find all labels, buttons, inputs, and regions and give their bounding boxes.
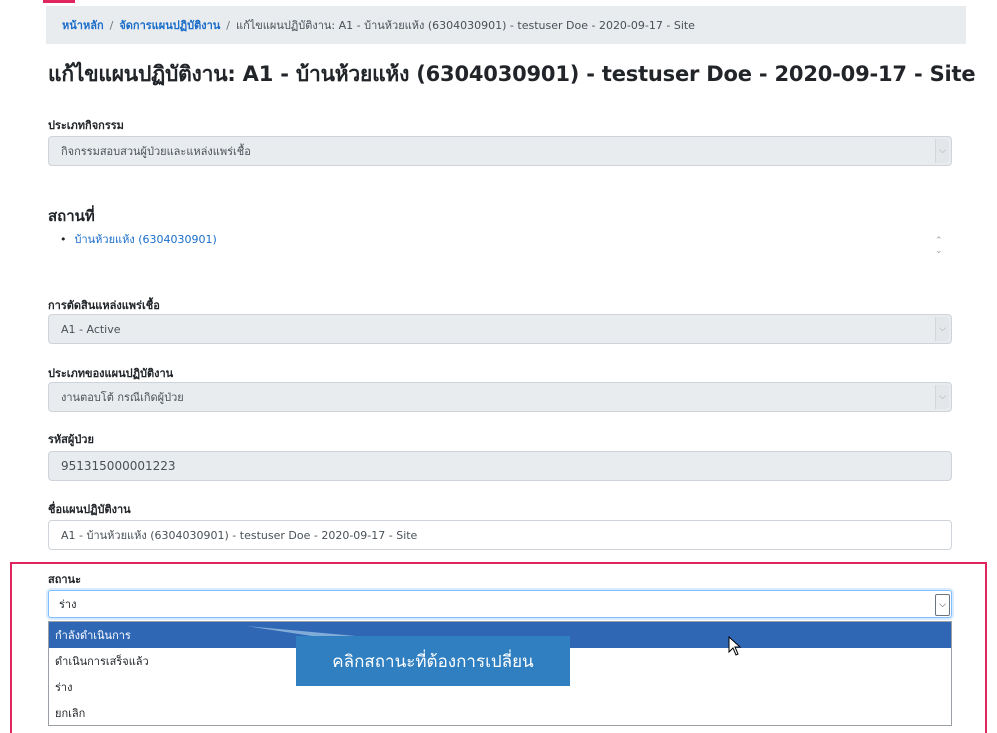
patient-code-label: รหัสผู้ป่วย [48,433,94,446]
activity-type-select[interactable]: กิจกรรมสอบสวนผู้ป่วยและแหล่งแพร่เชื้อ ⌵ [48,136,952,166]
patient-code-field[interactable]: 951315000001223 [48,451,952,481]
plan-type-select[interactable]: งานตอบโต้ กรณีเกิดผู้ป่วย ⌵ [48,382,952,412]
page-title: แก้ไขแผนปฏิบัติงาน: A1 - บ้านห้วยแห้ง (6… [48,62,976,86]
status-label: สถานะ [48,573,81,586]
status-option-cancelled[interactable]: ยกเลิก [49,700,951,726]
source-decision-select[interactable]: A1 - Active ⌵ [48,314,952,344]
breadcrumb-separator: / [109,18,114,32]
breadcrumb-home-link[interactable]: หน้าหลัก [62,16,104,34]
breadcrumb: หน้าหลัก / จัดการแผนปฏิบัติงาน / แก้ไขแผ… [46,6,966,44]
status-value: ร่าง [59,598,77,611]
breadcrumb-current: แก้ไขแผนปฏิบัติงาน: A1 - บ้านห้วยแห้ง (6… [236,19,695,32]
plan-type-label: ประเภทของแผนปฏิบัติงาน [48,367,174,380]
place-list: บ้านห้วยแห้ง (6304030901) [60,230,217,248]
instruction-callout: คลิกสถานะที่ต้องการเปลี่ยน [296,636,570,686]
source-decision-value: A1 - Active [61,322,121,336]
place-link[interactable]: บ้านห้วยแห้ง (6304030901) [75,233,217,246]
status-select[interactable]: ร่าง ⌵ [48,590,952,618]
top-accent-bar [43,0,75,3]
activity-type-value: กิจกรรมสอบสวนผู้ป่วยและแหล่งแพร่เชื้อ [61,145,251,158]
place-heading: สถานที่ [48,207,95,225]
chevron-down-icon: ⌵ [935,385,949,409]
breadcrumb-manage-link[interactable]: จัดการแผนปฏิบัติงาน [119,16,220,34]
source-decision-label: การตัดสินแหล่งแพร่เชื้อ [48,299,160,312]
chevron-down-icon: ⌵ [935,139,949,163]
plan-name-label: ชื่อแผนปฏิบัติงาน [48,503,131,516]
mouse-cursor-icon [728,636,742,656]
breadcrumb-separator: / [226,18,230,32]
chevron-down-icon: ⌵ [935,317,949,341]
spinner-icon[interactable]: ⌃ ⌄ [935,236,943,256]
plan-type-value: งานตอบโต้ กรณีเกิดผู้ป่วย [61,391,184,404]
plan-name-field[interactable]: A1 - บ้านห้วยแห้ง (6304030901) - testuse… [48,520,952,550]
list-item: บ้านห้วยแห้ง (6304030901) [60,230,217,248]
chevron-down-icon[interactable]: ⌵ [935,594,950,616]
activity-type-label: ประเภทกิจกรรม [48,119,124,132]
